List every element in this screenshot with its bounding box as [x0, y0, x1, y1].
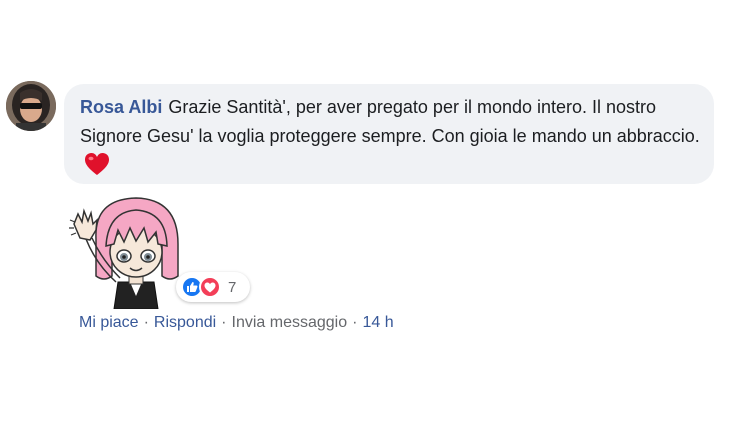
send-message-link[interactable]: Invia messaggio [232, 314, 348, 331]
reply-link[interactable]: Rispondi [154, 314, 216, 331]
reaction-count: 7 [228, 278, 237, 296]
comment-timestamp[interactable]: 14 h [362, 314, 393, 331]
separator: · [352, 314, 358, 331]
waving-girl-sticker-icon[interactable] [66, 184, 191, 310]
comment-text: Grazie Santità', per aver pregato per il… [80, 97, 700, 146]
heart-emoji-icon [84, 152, 110, 185]
avatar[interactable] [6, 81, 56, 131]
comment-actions: Mi piace · Rispondi · Invia messaggio · 14 h [79, 312, 394, 334]
separator: · [143, 314, 149, 331]
comment-bubble: Rosa Albi Grazie Santità', per aver prega… [64, 84, 714, 184]
like-link[interactable]: Mi piace [79, 314, 139, 331]
separator: · [221, 314, 227, 331]
avatar-photo [6, 81, 56, 131]
comment-author[interactable]: Rosa Albi [80, 97, 162, 117]
love-reaction-icon [199, 276, 221, 298]
reactions-summary[interactable]: 7 [176, 272, 250, 302]
